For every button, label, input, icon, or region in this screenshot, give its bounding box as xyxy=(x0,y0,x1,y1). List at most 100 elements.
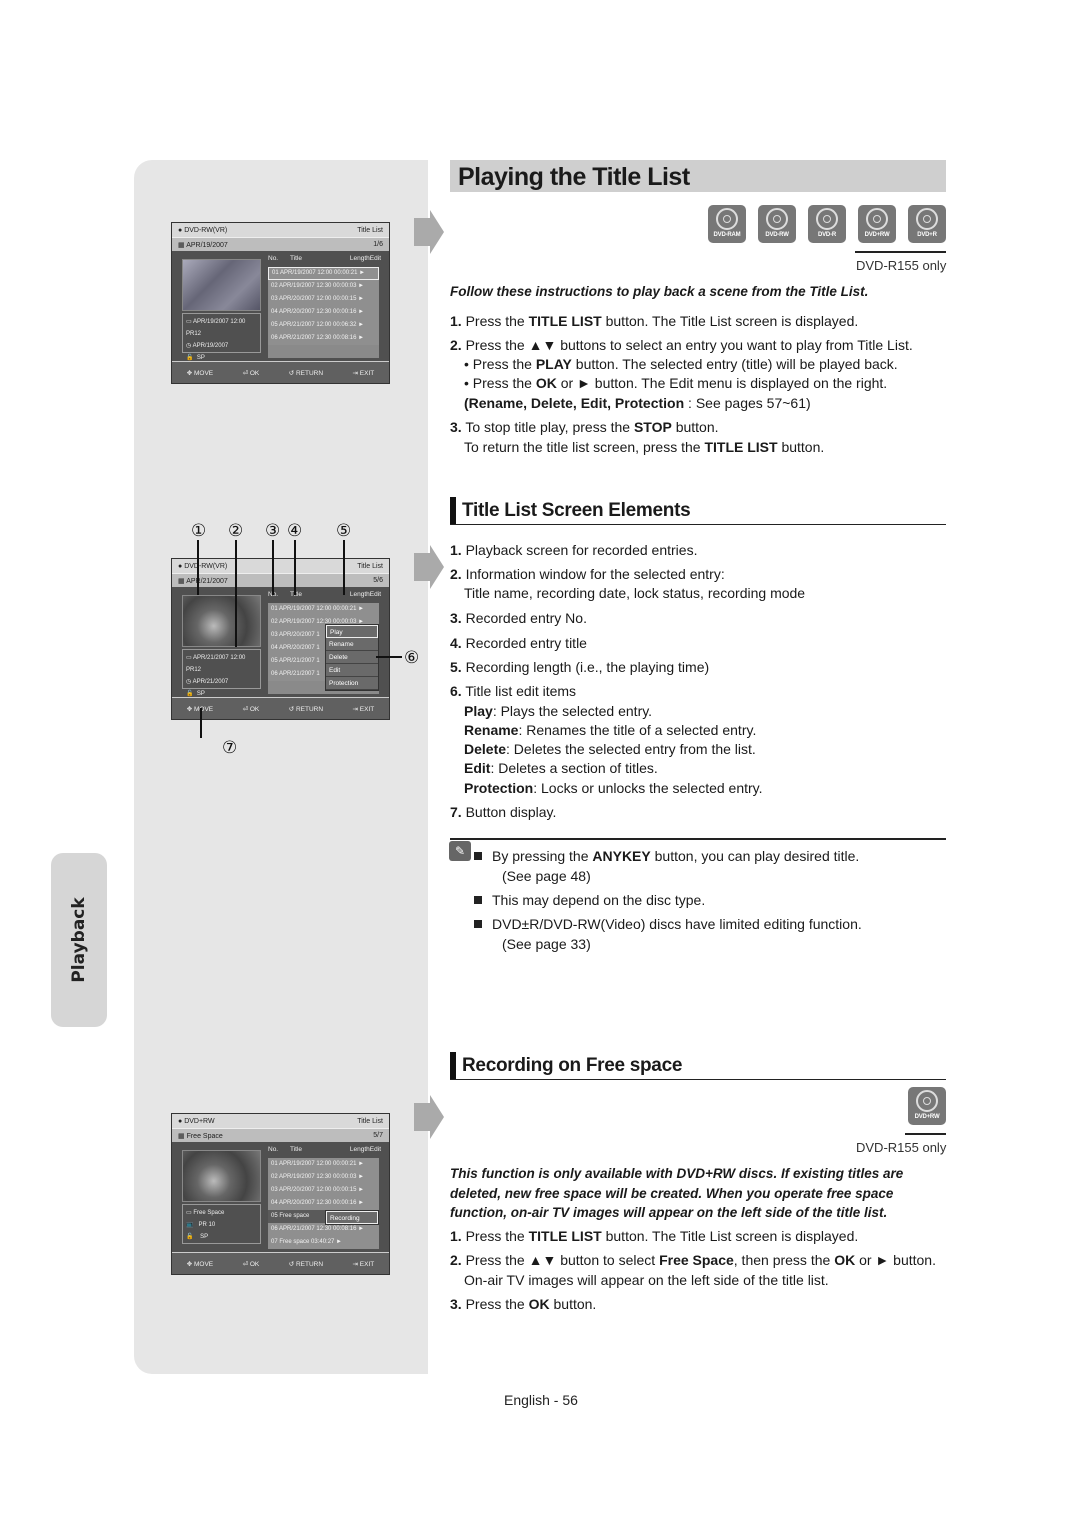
menu-item-recording[interactable]: Recording xyxy=(326,1211,378,1224)
step-2-sub-1: • Press the PLAY button. The selected en… xyxy=(464,356,898,372)
title-row[interactable]: 04 APR/20/2007 12:30 00:00:16 ► xyxy=(268,1197,379,1210)
osd-title-list-1: ● DVD-RW(VR) Title List ▦ APR/19/2007 1/6 … xyxy=(171,222,390,384)
osd-sub-left: ▦ APR/19/2007 xyxy=(178,241,228,249)
osd-header-title: Title List xyxy=(357,226,383,234)
dvd-plus-r-disc-icon: DVD+R xyxy=(908,205,946,243)
callout-4: ④ xyxy=(287,521,303,541)
menu-item-play[interactable]: Play xyxy=(326,625,378,638)
return-hint: ↺ RETURN xyxy=(288,369,324,377)
element-6: 6. Title list edit items xyxy=(450,683,577,699)
note-3: DVD±R/DVD-RW(Video) discs have limited e… xyxy=(474,915,944,954)
osd-sub-left: ▦ Free Space xyxy=(178,1132,223,1140)
recording-menu: Recording xyxy=(325,1210,379,1225)
playback-thumbnail xyxy=(182,259,261,311)
element-2: 2. Information window for the selected e… xyxy=(450,566,725,582)
title-row[interactable]: 02 APR/19/2007 12:30 00:00:03 ► xyxy=(268,1171,379,1184)
exit-hint: ⇥ EXIT xyxy=(352,1260,375,1268)
section-heading-free-space: Recording on Free space xyxy=(450,1052,946,1080)
column-headers: No.TitleLengthEdit xyxy=(268,1146,381,1153)
callout-line xyxy=(343,540,345,595)
section1-intro: Follow these instructions to play back a… xyxy=(450,284,869,299)
step-3-cont: To return the title list screen, press t… xyxy=(464,439,825,455)
callout-5: ⑤ xyxy=(336,521,352,541)
menu-item-edit[interactable]: Edit xyxy=(326,664,378,677)
edit-item-delete: Delete: Deletes the selected entry from … xyxy=(464,741,756,757)
side-tab-playback: Playback xyxy=(51,853,107,1027)
step-3: 3. To stop title play, press the STOP bu… xyxy=(450,419,719,435)
menu-item-protection[interactable]: Protection xyxy=(326,677,378,690)
playback-thumbnail xyxy=(182,1150,261,1202)
info-window: ▭ APR/21/2007 12:00 PR12 ◷ APR/21/2007 🔓… xyxy=(182,649,261,697)
note-1: By pressing the ANYKEY button, you can p… xyxy=(474,847,944,886)
osd-sub-left: ▦ APR/21/2007 xyxy=(178,577,228,585)
button-display: ✥ MOVE ⏎ OK ↺ RETURN ⇥ EXIT xyxy=(172,361,389,383)
callout-line xyxy=(294,540,296,595)
page-title: Playing the Title List xyxy=(458,163,690,191)
step-2-sub-2: • Press the OK or ► button. The Edit men… xyxy=(464,375,888,391)
edit-item-edit: Edit: Deletes a section of titles. xyxy=(464,760,658,776)
title-row[interactable]: 01 APR/19/2007 12:00 00:00:21 ► xyxy=(268,1158,379,1171)
menu-item-rename[interactable]: Rename xyxy=(326,638,378,651)
button-display: ✥ MOVE ⏎ OK ↺ RETURN ⇥ EXIT xyxy=(172,1252,389,1274)
return-hint: ↺ RETURN xyxy=(288,705,324,713)
title-row-free-space[interactable]: 07 Free space 03:40:27 ► xyxy=(268,1236,379,1249)
title-row[interactable]: 01 APR/19/2007 12:00 00:00:21 ► xyxy=(268,603,379,616)
pencil-note-icon: ✎ xyxy=(449,841,471,861)
arrow-right-icon xyxy=(414,210,444,254)
title-row[interactable]: 03 APR/20/2007 12:00 00:00:15 ► xyxy=(268,1184,379,1197)
callout-line xyxy=(376,656,402,658)
move-hint: ✥ MOVE xyxy=(186,369,214,377)
title-row[interactable]: 06 APR/21/2007 12:30 00:08:16 ► xyxy=(268,332,379,345)
osd-page-count: 1/6 xyxy=(373,241,383,248)
model-divider xyxy=(855,251,946,253)
step-2: 2. Press the ▲▼ buttons to select an ent… xyxy=(450,337,913,353)
callout-line xyxy=(197,540,199,595)
fs-step-2: 2. Press the ▲▼ button to select Free Sp… xyxy=(450,1252,936,1268)
move-hint: ✥ MOVE xyxy=(186,1260,214,1268)
element-3: 3. Recorded entry No. xyxy=(450,610,587,626)
callout-line xyxy=(200,708,202,738)
section-heading: Recording on Free space xyxy=(462,1055,683,1076)
exit-hint: ⇥ EXIT xyxy=(352,705,375,713)
title-row[interactable]: 03 APR/20/2007 12:00 00:00:15 ► xyxy=(268,293,379,306)
playback-thumbnail xyxy=(182,595,261,647)
callout-6: ⑥ xyxy=(404,648,420,668)
title-row[interactable]: 04 APR/20/2007 12:30 00:00:16 ► xyxy=(268,306,379,319)
callout-3: ③ xyxy=(265,521,281,541)
page-title-bar: Playing the Title List xyxy=(450,160,946,192)
section3-intro: This function is only available with DVD… xyxy=(450,1166,904,1220)
osd-page-count: 5/6 xyxy=(373,577,383,584)
title-row[interactable]: 01 APR/19/2007 12:00 00:00:21 ► xyxy=(268,267,379,280)
fs-step-1: 1. Press the TITLE LIST button. The Titl… xyxy=(450,1228,859,1244)
title-row[interactable]: 05 APR/21/2007 12:00 00:06:32 ► xyxy=(268,319,379,332)
callout-7: ⑦ xyxy=(222,738,238,758)
osd-disc-label: ● DVD-RW(VR) xyxy=(178,226,228,234)
osd-page-count: 5/7 xyxy=(373,1132,383,1139)
title-row[interactable]: 02 APR/19/2007 12:30 00:00:03 ► xyxy=(268,280,379,293)
dvd-plus-rw-disc-icon: DVD+RW xyxy=(858,205,896,243)
edit-menu: Play Rename Delete Edit Protection xyxy=(325,624,379,691)
callout-2: ② xyxy=(228,521,244,541)
note-divider xyxy=(450,838,946,840)
osd-header-title: Title List xyxy=(357,1117,383,1125)
arrow-right-icon xyxy=(414,1095,444,1139)
step-2-sub-3: (Rename, Delete, Edit, Protection : See … xyxy=(464,395,811,411)
element-1: 1. Playback screen for recorded entries. xyxy=(450,542,698,558)
edit-item-protection: Protection: Locks or unlocks the selecte… xyxy=(464,780,763,796)
callout-line xyxy=(235,540,237,647)
element-5: 5. Recording length (i.e., the playing t… xyxy=(450,659,710,675)
menu-item-delete[interactable]: Delete xyxy=(326,651,378,664)
dvd-ram-disc-icon: DVD-RAM xyxy=(708,205,746,243)
column-headers: No.TitleLengthEdit xyxy=(268,591,381,598)
dvd-rw-disc-icon: DVD-RW xyxy=(758,205,796,243)
ok-hint: ⏎ OK xyxy=(242,1260,260,1268)
section-heading-elements: Title List Screen Elements xyxy=(450,497,946,525)
osd-title-list-2: ● DVD-RW(VR) Title List ▦ APR/21/2007 5/6 … xyxy=(171,558,390,720)
section-heading: Title List Screen Elements xyxy=(462,500,691,521)
page-number: English - 56 xyxy=(504,1392,578,1408)
arrow-right-icon xyxy=(414,545,444,589)
dvd-plus-rw-disc-icon: DVD+RW xyxy=(908,1087,946,1125)
model-note: DVD-R155 only xyxy=(856,258,947,273)
model-note: DVD-R155 only xyxy=(856,1140,947,1155)
osd-disc-label: ● DVD-RW(VR) xyxy=(178,562,228,570)
